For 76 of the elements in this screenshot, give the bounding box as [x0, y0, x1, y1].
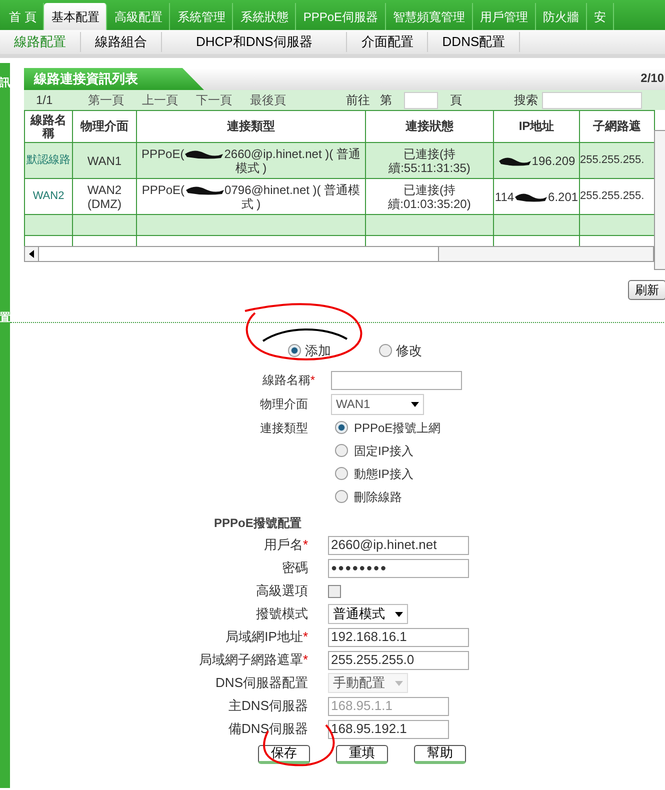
sub-tab[interactable]: 線路組合	[81, 32, 162, 52]
radio-label[interactable]: 修改	[396, 341, 422, 360]
input-field[interactable]: ●●●●●●●●	[328, 558, 469, 578]
input-field[interactable]: 2660@ip.hinet.net	[328, 536, 469, 554]
panel-title: 線路連接資訊列表	[24, 68, 204, 90]
column-header: 連接類型	[136, 110, 366, 142]
checkbox[interactable]	[328, 584, 341, 598]
redaction-scribble	[514, 191, 548, 204]
record-count: 2/10	[640, 70, 664, 87]
redaction-scribble	[498, 155, 532, 168]
radio-label[interactable]: 刪除線路	[354, 488, 402, 506]
caret-icon	[395, 680, 403, 686]
page-label: 頁	[450, 92, 462, 109]
radio-label[interactable]: 添加	[305, 341, 331, 360]
horizontal-scrollbar[interactable]	[24, 246, 654, 262]
ip-address: 196.209	[498, 154, 576, 168]
radio-button[interactable]	[335, 467, 348, 480]
connection-type: PPPoE( 2660@ip.hinet.net )( 普通模式 )	[142, 146, 360, 174]
column-header: 連接狀態	[366, 110, 494, 142]
radio-button[interactable]	[288, 344, 301, 358]
nav-tab[interactable]: 基本配置	[44, 3, 108, 30]
pager-link[interactable]: 第一頁	[88, 91, 124, 109]
field-label: 撥號模式	[255, 605, 308, 624]
caret-icon	[411, 402, 419, 406]
field-label: 物理介面	[259, 396, 308, 413]
sub-tab[interactable]: DDNS配置	[428, 32, 520, 52]
redaction-scribble	[184, 184, 225, 196]
radio-label[interactable]: PPPoE撥號上網	[354, 418, 441, 436]
input-field[interactable]: 255.255.255.0	[328, 650, 469, 670]
table-row[interactable]: 默認線路 WAN1 PPPoE( 2660@ip.hinet.net )( 普通模式 ) 已連接(持續:55:11:31:35) 196.209 255.255.255.	[24, 142, 654, 178]
sub-tab[interactable]: DHCP和DNS伺服器	[162, 32, 348, 52]
line-name-input[interactable]	[331, 370, 462, 390]
sub-tab[interactable]: 介面配置	[347, 32, 428, 52]
field-label: 局域網IP地址*	[224, 628, 308, 646]
section-title: PPPoE撥號配置	[214, 514, 302, 532]
arrow-left-icon[interactable]	[29, 250, 34, 258]
pager-link[interactable]: 最後頁	[250, 91, 286, 109]
search-field[interactable]	[542, 92, 642, 108]
field-label: 局域網子網路遮罩*	[198, 651, 308, 670]
table-row[interactable]: WAN2 WAN2 (DMZ) PPPoE( 0796@hinet.net )( 普通模式 ) 已連接(持續:01:03:35:20) 114 6.201 255.255.255.	[24, 178, 654, 214]
refresh-button[interactable]: 刷新	[628, 280, 665, 300]
form-button[interactable]: 重填	[336, 744, 388, 764]
form-button[interactable]: 保存	[258, 744, 310, 764]
field-label: 高級選項	[255, 582, 308, 600]
search-label: 搜索	[514, 92, 538, 109]
caret-icon	[395, 612, 403, 616]
page-indicator: 1/1	[36, 92, 54, 109]
field-label: 連接類型	[259, 420, 308, 436]
input-field[interactable]: 168.95.192.1	[328, 720, 449, 738]
column-header: 線路名稱	[24, 110, 72, 142]
field-label: 線路名稱*	[261, 372, 315, 389]
vertical-scrollbar[interactable]	[654, 130, 665, 270]
ip-address: 114 6.201	[494, 190, 578, 204]
sub-tab[interactable]: 線路配置	[0, 32, 81, 52]
page-input[interactable]	[404, 92, 438, 108]
radio-button[interactable]	[335, 421, 348, 434]
goto-label: 前往	[346, 92, 370, 109]
field-label: 密碼	[281, 559, 308, 578]
radio-label[interactable]: 固定IP接入	[354, 442, 414, 460]
radio-label[interactable]: 動態IP接入	[354, 464, 414, 482]
pager-link[interactable]: 下一頁	[196, 91, 232, 109]
field-label: 主DNS伺服器	[228, 697, 308, 716]
interface-select[interactable]: WAN1	[331, 394, 424, 414]
redaction-scribble	[184, 148, 224, 160]
radio-button[interactable]	[335, 444, 348, 457]
pager-link[interactable]: 上一頁	[142, 91, 178, 109]
field-label: 備DNS伺服器	[228, 720, 308, 738]
goto-label: 第	[380, 92, 392, 109]
input-field[interactable]: 192.168.16.1	[328, 628, 469, 646]
form-button[interactable]: 幫助	[414, 744, 466, 764]
radio-button[interactable]	[379, 344, 392, 358]
radio-button[interactable]	[335, 490, 348, 503]
connection-type: PPPoE( 0796@hinet.net )( 普通模式 )	[142, 182, 360, 210]
select-field[interactable]: 普通模式	[328, 604, 408, 624]
field-label: 用戶名*	[262, 536, 308, 554]
field-label: DNS伺服器配置	[214, 674, 308, 692]
